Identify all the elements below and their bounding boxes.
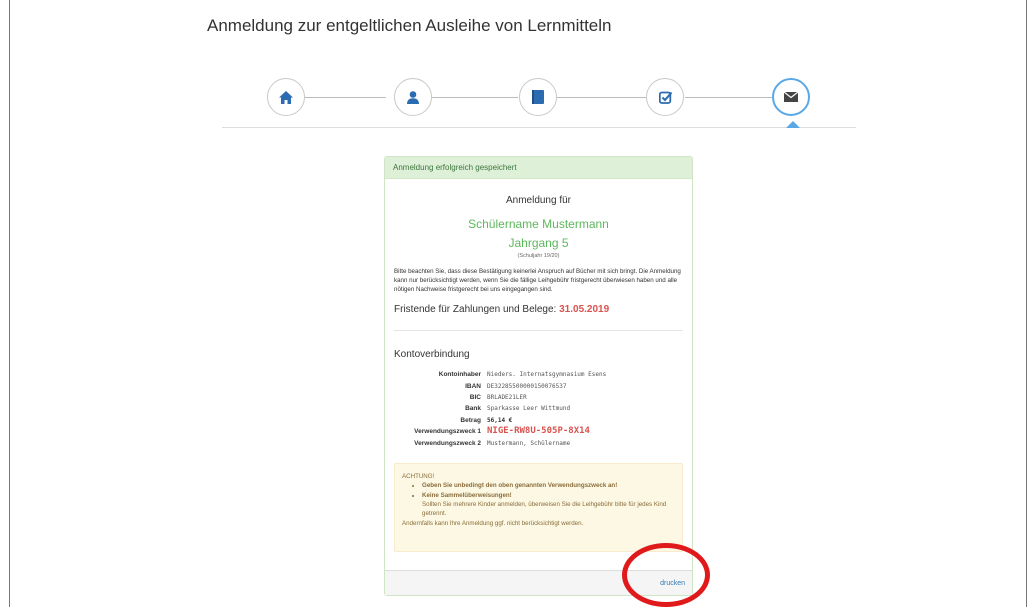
page-title: Anmeldung zur entgeltlichen Ausleihe von… (207, 16, 612, 35)
account-details: Kontoinhaber Nieders. Internatsgymnasium… (394, 369, 683, 449)
purpose1-value: NIGE-RW8U-505P-8X14 (487, 426, 590, 437)
annotation-circle (622, 543, 710, 607)
warning-alert: ACHTUNG! Geben Sie unbedingt den oben ge… (394, 463, 683, 553)
deadline: Fristende für Zahlungen und Belege: 31.0… (394, 303, 683, 317)
section-divider (394, 330, 683, 332)
book-icon (532, 90, 544, 104)
account-row-bic: BIC BRLADE21LER (394, 392, 683, 403)
wizard-connector (685, 97, 774, 98)
home-icon (279, 90, 293, 104)
wizard-divider (222, 127, 856, 128)
envelope-icon (784, 92, 798, 102)
alert-footer: Andernfalls kann Ihre Anmeldung ggf. nic… (402, 519, 584, 527)
panel-body: Anmeldung für Schülername Mustermann Jah… (385, 179, 692, 558)
account-row-holder: Kontoinhaber Nieders. Internatsgymnasium… (394, 369, 683, 380)
user-icon (407, 90, 419, 104)
purpose2-value: Mustermann, Schülername (487, 439, 571, 447)
iban-value: DE32285500000150076537 (487, 382, 567, 390)
panel-heading: Anmeldung erfolgreich gespeichert (385, 157, 692, 179)
deadline-label: Fristende für Zahlungen und Belege: (394, 304, 557, 316)
account-row-bank: Bank Sparkasse Leer Wittmund (394, 403, 683, 414)
alert-item: Geben Sie unbedingt den oben genannten V… (422, 481, 675, 490)
window-border-left (9, 0, 10, 607)
student-name: Schülername Mustermann (468, 217, 609, 231)
amount-label: Betrag (460, 416, 481, 424)
student-grade: Jahrgang 5 (508, 235, 569, 250)
alert-title: ACHTUNG! (402, 473, 435, 481)
alert-item: Keine Sammelüberweisungen! Sollten Sie m… (422, 491, 675, 519)
account-row-purpose2: Verwendungszweck 2 Mustermann, Schülerna… (394, 438, 683, 449)
iban-label: IBAN (465, 382, 481, 390)
wizard-connector (557, 97, 646, 98)
purpose1-label: Verwendungszweck 1 (414, 428, 481, 436)
wizard-step-confirm[interactable] (646, 78, 684, 116)
wizard-step-user[interactable] (394, 78, 432, 116)
bank-value: Sparkasse Leer Wittmund (487, 405, 571, 413)
confirmation-notice: Bitte beachten Sie, dass diese Bestätigu… (394, 268, 681, 294)
school-year: (Schuljahr 19/20) (517, 252, 560, 259)
deadline-date: 31.05.2019 (559, 304, 610, 316)
account-row-iban: IBAN DE32285500000150076537 (394, 381, 683, 392)
window-border-right (1026, 0, 1027, 607)
wizard-step-home[interactable] (267, 78, 305, 116)
amount-value: 56,14 € (487, 416, 513, 424)
account-holder-value: Nieders. Internatsgymnasium Esens (487, 371, 607, 379)
active-step-indicator (786, 121, 800, 128)
account-row-purpose1: Verwendungszweck 1 NIGE-RW8U-505P-8X14 (394, 426, 683, 437)
registration-for-label: Anmeldung für (505, 195, 572, 206)
checkbox-icon (658, 91, 672, 104)
bic-value: BRLADE21LER (487, 394, 527, 402)
wizard-step-message[interactable] (772, 78, 810, 116)
account-title: Kontoverbindung (394, 349, 470, 361)
wizard-connector (305, 97, 386, 98)
alert-list: Geben Sie unbedingt den oben genannten V… (402, 481, 675, 518)
wizard-connector (432, 97, 518, 98)
bank-label: Bank (465, 405, 481, 413)
account-holder-label: Kontoinhaber (438, 371, 481, 379)
wizard-step-books[interactable] (519, 78, 557, 116)
purpose2-label: Verwendungszweck 2 (414, 439, 481, 447)
bic-label: BIC (469, 394, 481, 402)
account-row-amount: Betrag 56,14 € (394, 415, 683, 426)
alert-item-detail: Sollten Sie mehrere Kinder anmelden, übe… (422, 500, 667, 518)
confirmation-panel: Anmeldung erfolgreich gespeichert Anmeld… (384, 156, 693, 596)
